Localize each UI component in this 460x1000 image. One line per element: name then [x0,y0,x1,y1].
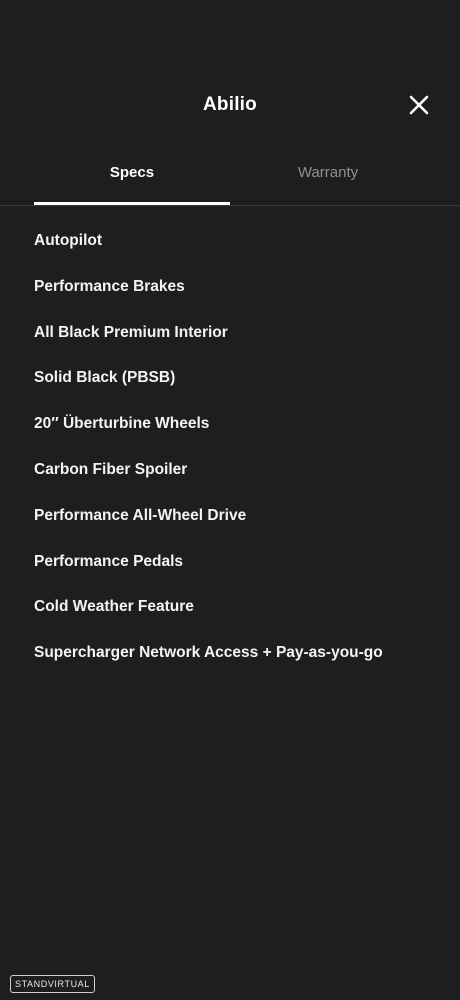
tab-specs[interactable]: Specs [34,150,230,205]
tab-warranty[interactable]: Warranty [230,150,426,205]
spec-item: Carbon Fiber Spoiler [34,460,188,478]
spec-item: Autopilot [34,232,103,249]
spec-item: Supercharger Network Access + Pay-as-you… [34,644,383,662]
modal-title: Abilio [203,94,257,115]
spec-item: Solid Black (PBSB) [34,369,176,387]
spec-item: 20′′ Überturbine Wheels [34,415,210,433]
tab-divider [0,205,460,206]
spec-item: Performance Pedals [34,552,184,570]
spec-item: All Black Premium Interior [34,323,228,341]
close-button[interactable] [406,92,432,118]
modal-header: Abilio [0,80,460,130]
tab-bar: Specs Warranty [34,150,426,205]
watermark-logo: STANDVIRTUAL [10,975,95,993]
spec-list: Autopilot Performance Brakes All Black P… [34,222,444,680]
spec-item: Performance All-Wheel Drive [34,506,247,524]
spec-item: Performance Brakes [34,277,185,295]
close-icon [409,95,429,115]
spec-item: Cold Weather Feature [34,598,194,616]
